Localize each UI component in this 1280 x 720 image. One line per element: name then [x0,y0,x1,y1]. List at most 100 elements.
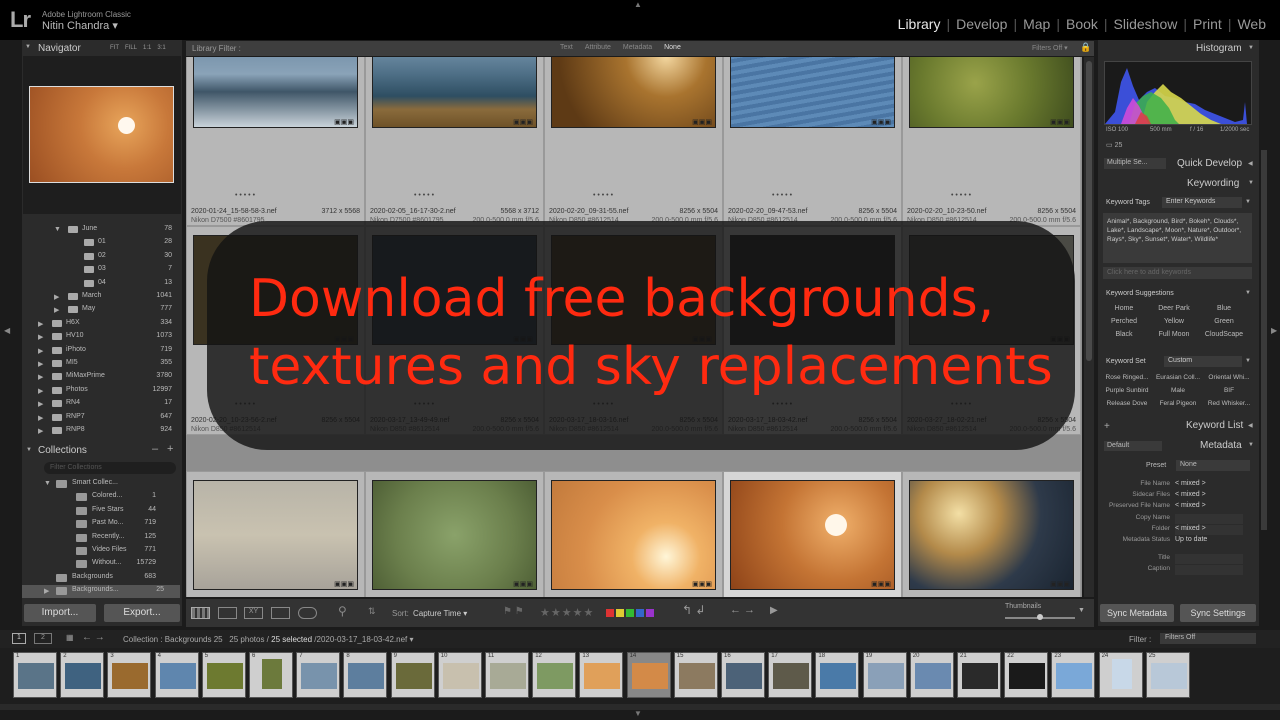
right-panel-scrollbar[interactable] [1261,150,1267,530]
module-develop[interactable]: Develop [950,16,1013,32]
color-labels[interactable] [606,609,654,617]
metadata-field-value[interactable]: Up to date [1175,536,1243,546]
grid-cell[interactable]: ▣▣▣ • • • • • 2020-02-05_16-17-30-2.nef 556… [365,57,544,226]
filter-tab-metadata[interactable]: Metadata [623,44,652,51]
photo-thumbnail[interactable] [193,480,358,590]
keyword-set-item[interactable]: Release Dove [1102,400,1152,407]
metadata-field-value[interactable] [1175,565,1243,575]
rating-dots[interactable]: • • • • • [414,192,434,199]
filmstrip-thumb[interactable]: 24 [1098,652,1143,698]
collections-collapse-icon[interactable]: ▼ [26,447,32,453]
second-window-button[interactable]: 2 [34,633,52,644]
folder-disclosure-icon[interactable]: ▶ [38,347,43,355]
collections-minus-icon[interactable]: – [152,443,158,455]
photo-badges-icon[interactable]: ▣▣▣ [692,118,712,126]
zoom-3-1[interactable]: 3:1 [157,45,165,51]
zoom-fill[interactable]: FILL [125,45,137,51]
keyword-set-collapse-icon[interactable]: ▼ [1245,358,1251,364]
folder-item[interactable]: ▶ H6X 334 [22,318,172,331]
keyword-set-item[interactable]: Male [1153,387,1203,394]
histogram-collapse-icon[interactable]: ▼ [1248,45,1254,51]
keyword-suggestion[interactable]: Deer Park [1154,305,1194,312]
grid-cell[interactable]: ▣▣▣ [365,471,544,597]
thumbnail-size-slider[interactable] [1005,614,1075,620]
folder-item[interactable]: 02 30 [22,251,172,264]
photo-badges-icon[interactable]: ▣▣▣ [1050,118,1070,126]
keyword-set-item[interactable]: Oriental Whi... [1204,374,1254,381]
photo-thumbnail[interactable] [372,480,537,590]
slider-thumb[interactable] [1037,614,1043,620]
metadata-field-value[interactable] [1175,514,1243,524]
loupe-view-icon[interactable] [218,607,237,619]
filmstrip-thumb[interactable]: 9 [390,652,435,698]
metadata-field-value[interactable]: < mixed > [1175,502,1243,512]
photo-badges-icon[interactable]: ▣▣▣ [334,118,354,126]
folder-disclosure-icon[interactable]: ▶ [38,414,43,422]
zoom-1-1[interactable]: 1:1 [143,45,151,51]
collection-item[interactable]: ▶ Backgrounds... 25 [22,585,180,599]
blue-label-icon[interactable] [636,609,644,617]
filmstrip-toggle-icon[interactable]: ▼ [634,709,642,718]
keyword-list-add-icon[interactable]: + [1104,421,1110,432]
photo-badges-icon[interactable]: ▣▣▣ [513,580,533,588]
people-view-icon[interactable] [298,607,317,619]
collections-filter-input[interactable]: Filter Collections [44,462,176,474]
zoom-fit[interactable]: FIT [110,45,119,51]
keyword-tags-collapse-icon[interactable]: ▼ [1245,199,1251,205]
rating-dots[interactable]: • • • • • [772,192,792,199]
photo-badges-icon[interactable]: ▣▣▣ [334,580,354,588]
filmstrip-thumb[interactable]: 1 [13,652,57,698]
grid-scrollbar-thumb[interactable] [1086,61,1092,361]
filmstrip-thumb[interactable]: 10 [437,652,482,698]
folder-item[interactable]: ▶ RN4 17 [22,398,172,411]
identity-plate[interactable]: Nitin Chandra ▾ [42,19,118,32]
rating-dots[interactable]: • • • • • [593,192,613,199]
folder-item[interactable]: ▶ MiMaxPrime 3780 [22,371,172,384]
rating-dots[interactable]: • • • • • [951,192,971,199]
navigator-collapse-icon[interactable]: ▼ [25,44,31,50]
collection-item[interactable]: Without... 15729 [22,558,172,571]
keywords-textarea[interactable]: Animal*, Background, Bird*, Bokeh*, Clou… [1103,213,1252,263]
filmstrip-thumb[interactable]: 20 [909,652,954,698]
grid-scrollbar[interactable] [1084,57,1094,597]
grid-view-icon[interactable] [191,607,210,619]
filmstrip-thumb[interactable]: 21 [957,652,1001,698]
module-slideshow[interactable]: Slideshow [1108,16,1184,32]
folder-item[interactable]: ▶ iPhoto 719 [22,345,172,358]
metadata-field-value[interactable]: < mixed > [1175,491,1243,501]
folder-disclosure-icon[interactable]: ▶ [38,427,43,435]
import-button[interactable]: Import... [24,604,96,622]
photo-badges-icon[interactable]: ▣▣▣ [871,580,891,588]
keyword-list-expand-icon[interactable]: ◀ [1248,422,1253,429]
keyword-suggestions-collapse-icon[interactable]: ▼ [1245,290,1251,296]
collection-item[interactable]: Past Mo... 719 [22,518,172,531]
filmstrip-filter-dropdown[interactable]: Filters Off [1160,633,1256,644]
filmstrip-thumb[interactable]: 2 [60,652,105,698]
filter-tab-attribute[interactable]: Attribute [585,44,611,51]
metadata-field-value[interactable]: < mixed > [1175,525,1243,535]
keyword-suggestion[interactable]: CloudScape [1204,331,1244,338]
module-web[interactable]: Web [1231,16,1272,32]
purple-label-icon[interactable] [646,609,654,617]
filmstrip-thumb[interactable]: 17 [768,652,813,698]
filmstrip-thumb[interactable]: 7 [296,652,341,698]
module-library[interactable]: Library [892,16,947,32]
folder-item[interactable]: 01 28 [22,237,172,250]
add-keywords-input[interactable]: Click here to add keywords [1103,267,1252,279]
metadata-field-value[interactable]: < mixed > [1175,480,1243,490]
grid-cell[interactable]: ▣▣▣ • • • • • 2020-01-24_15-58-58-3.nef 371… [186,57,365,226]
keyword-set-item[interactable]: BIF [1204,387,1254,394]
filmstrip-thumb[interactable]: 19 [862,652,907,698]
keyword-suggestion[interactable]: Home [1104,305,1144,312]
metadata-collapse-icon[interactable]: ▼ [1248,442,1254,448]
keyword-set-item[interactable]: Feral Pigeon [1153,400,1203,407]
keyword-tags-dropdown[interactable]: Enter Keywords [1162,197,1242,208]
metadata-preset-dropdown[interactable]: None [1176,460,1250,471]
left-panel-toggle-icon[interactable]: ◀ [4,326,10,335]
filmstrip-thumb[interactable]: 25 [1145,652,1190,698]
folder-disclosure-icon[interactable]: ▶ [54,293,59,301]
photo-thumbnail[interactable] [551,480,716,590]
sync-settings-button[interactable]: Sync Settings [1180,604,1256,622]
keyword-suggestion[interactable]: Black [1104,331,1144,338]
keyword-set-item[interactable]: Red Whisker... [1204,400,1254,407]
